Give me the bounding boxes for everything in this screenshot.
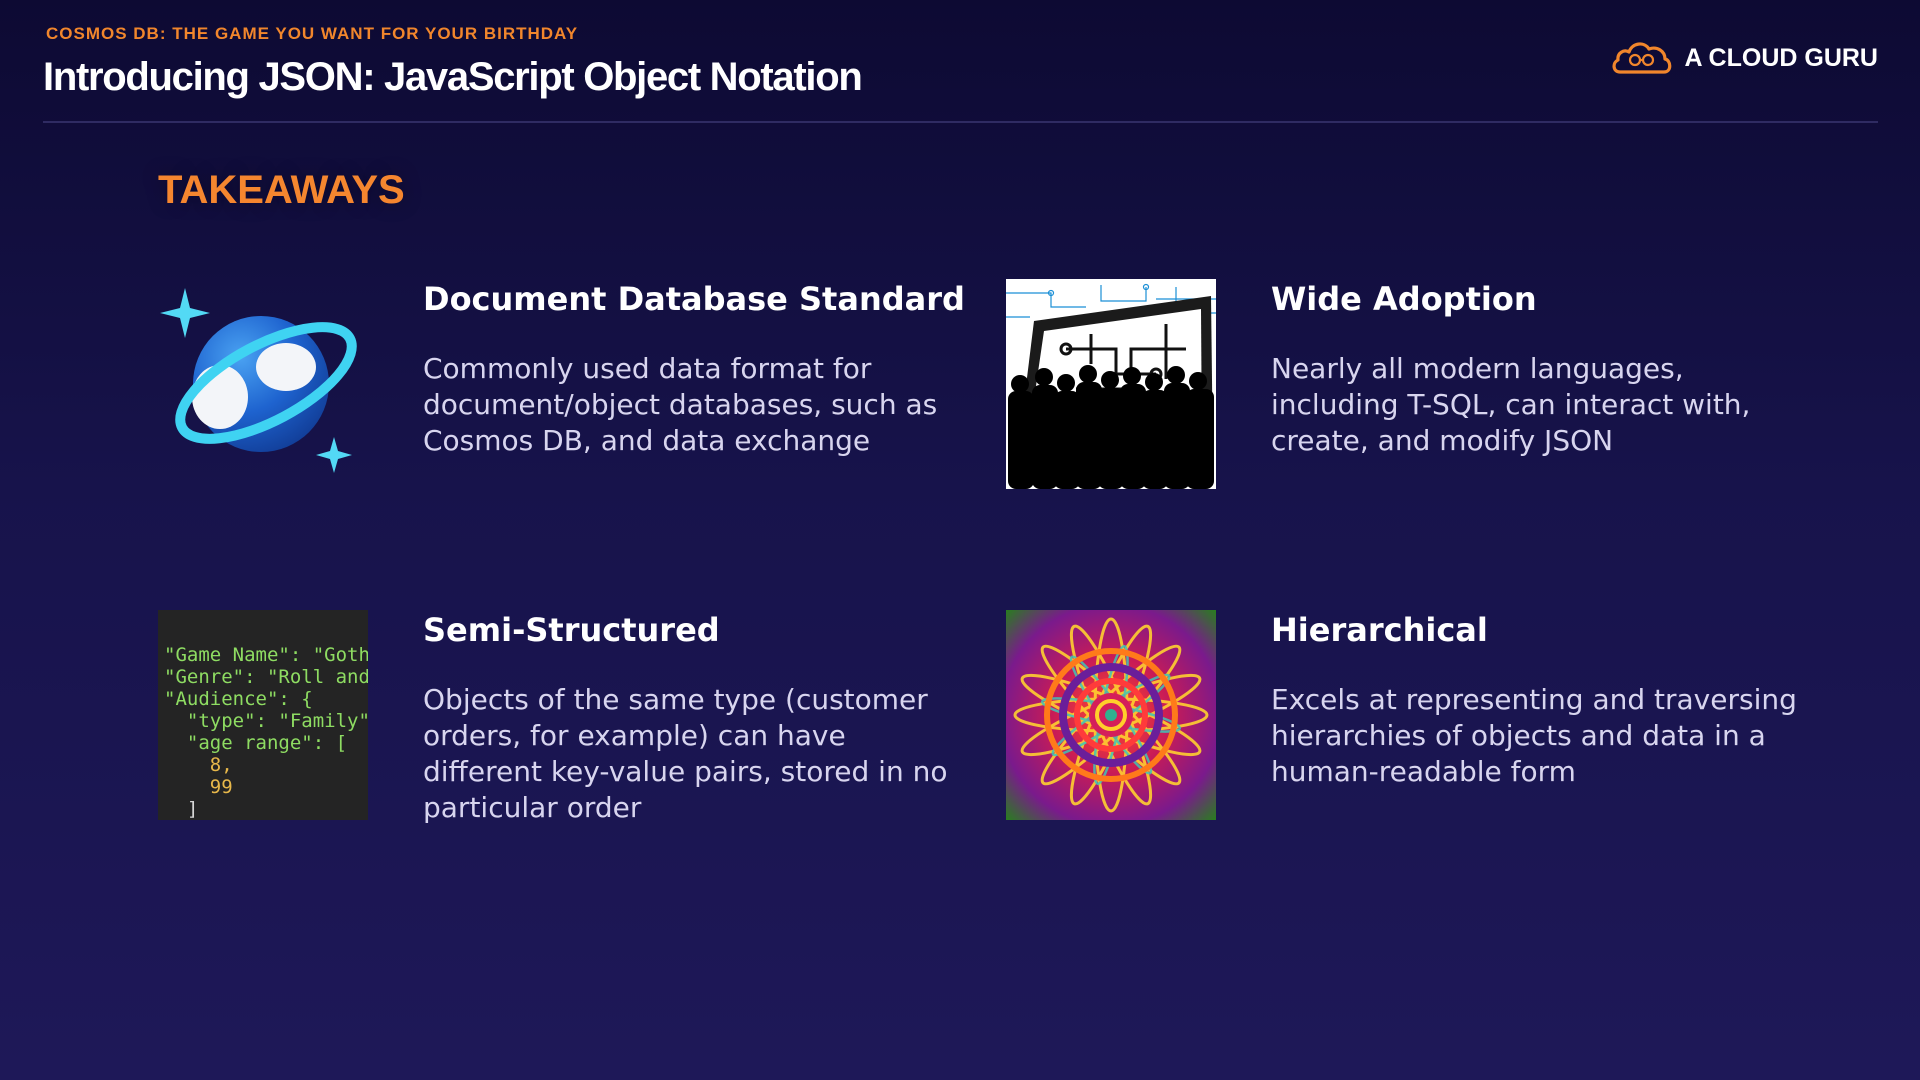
slide-header: COSMOS DB: THE GAME YOU WANT FOR YOUR BI… [43,22,1878,123]
code-line: 8, [164,754,233,776]
section-title: TAKEAWAYS [158,168,405,212]
card-description: Objects of the same type (customer order… [423,683,948,824]
code-line: "Game Name": "Goth [164,644,368,666]
card-title: Wide Adoption [1271,280,1537,318]
code-line: "Audience": { [164,688,313,710]
brand: A CLOUD GURU [1610,36,1878,80]
brand-name: A CLOUD GURU [1684,43,1878,72]
cosmos-db-planet-icon [158,279,368,489]
card-title: Hierarchical [1271,611,1488,649]
code-line: ] [164,798,199,820]
code-line: "Genre": "Roll and [164,666,368,688]
code-line: 99 [164,776,233,798]
cloud-logo-icon [1613,42,1672,74]
slide: COSMOS DB: THE GAME YOU WANT FOR YOUR BI… [0,0,1920,1080]
crowd-circuit-image [1006,279,1216,489]
code-line: "age range": [ [164,732,348,754]
json-code-image: "Game Name": "Goth "Genre": "Roll and "Aud… [158,610,368,820]
card-description: Excels at representing and traversing hi… [1271,683,1797,788]
card-description: Nearly all modern languages, including T… [1271,352,1751,457]
mandala-pattern-image [1006,610,1216,820]
code-line: "type": "Family" [164,710,368,732]
card-title: Document Database Standard [423,280,965,318]
takeaway-semi-structured: "Game Name": "Goth "Genre": "Roll and "Aud… [158,610,998,830]
takeaway-hierarchical: Hierarchical Excels at representing and … [1006,610,1846,830]
slide-title: Introducing JSON: JavaScript Object Nota… [43,55,863,99]
card-description: Commonly used data format for document/o… [423,352,938,457]
takeaway-document-database-standard: Document Database Standard Commonly used… [158,279,998,499]
course-subtitle: COSMOS DB: THE GAME YOU WANT FOR YOUR BI… [46,24,579,43]
card-title: Semi-Structured [423,611,720,649]
takeaway-wide-adoption: Wide Adoption Nearly all modern language… [1006,279,1846,499]
